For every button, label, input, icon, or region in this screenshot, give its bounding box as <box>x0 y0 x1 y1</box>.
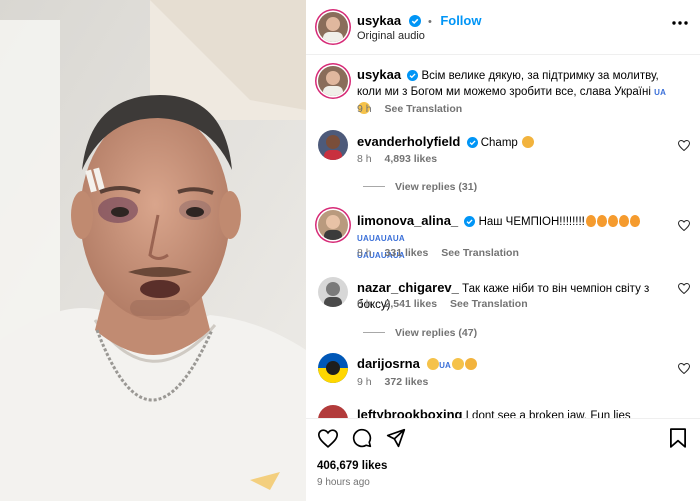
commenter-avatar[interactable] <box>318 353 348 383</box>
fire-emoji-icon <box>607 215 618 227</box>
heart-icon[interactable] <box>318 429 338 448</box>
post-caption: usykaa Всім велике дякую, за підтримку з… <box>306 66 700 116</box>
comment-username[interactable]: darijosrna <box>357 356 420 371</box>
ukraine-flag-text: UA <box>439 361 452 370</box>
comment-see-translation[interactable]: See Translation <box>450 298 528 310</box>
post-likes-count[interactable]: 406,679 likes <box>317 460 387 472</box>
heart-icon[interactable] <box>678 363 690 374</box>
commenter-avatar[interactable] <box>318 277 348 307</box>
flexed-biceps-emoji-icon <box>522 136 534 148</box>
caption-username[interactable]: usykaa <box>357 67 401 82</box>
comment-item: leftybrookboxing I dont see a broken jaw… <box>306 405 700 418</box>
share-icon[interactable] <box>386 428 406 448</box>
comment-item: limonova_alina_ Наш ЧЕМПІОН!!!!!!!! UAUAU… <box>306 210 700 262</box>
hugging-face-emoji-icon <box>427 358 440 370</box>
comment-time: 8 h <box>357 298 372 310</box>
fire-emoji-icon <box>618 215 629 227</box>
verified-badge-icon <box>464 216 476 227</box>
heart-icon[interactable] <box>678 140 690 151</box>
comment-text: Champ <box>480 137 518 149</box>
caption-author-avatar[interactable] <box>318 66 348 96</box>
commenter-avatar[interactable] <box>318 210 348 240</box>
heart-icon[interactable] <box>678 220 690 231</box>
comment-username[interactable]: evanderholyfield <box>357 134 460 149</box>
comment-likes[interactable]: 331 likes <box>385 247 429 259</box>
original-audio-link[interactable]: Original audio <box>357 30 425 42</box>
author-username[interactable]: usykaa <box>357 13 401 28</box>
comment-item: nazar_chigarev_ Так каже ніби то він чем… <box>306 277 700 317</box>
post-timestamp: 9 hours ago <box>317 477 370 488</box>
comment-likes[interactable]: 2,541 likes <box>385 298 438 310</box>
caption-text: Всім велике дякую, за підтримку за молит… <box>357 70 659 98</box>
verified-badge-icon <box>466 137 478 148</box>
comment-item: darijosrna UA 9 h 372 likes <box>306 353 700 393</box>
comment-time: 8 h <box>357 247 372 259</box>
video-frame-image <box>0 0 306 501</box>
commenter-avatar[interactable] <box>318 405 348 418</box>
comment-icon[interactable] <box>352 428 372 448</box>
caption-time: 9 h <box>357 103 372 115</box>
video-player[interactable] <box>0 0 306 501</box>
fire-emoji-icon <box>585 215 596 227</box>
comment-time: 9 h <box>357 376 372 388</box>
comment-likes[interactable]: 372 likes <box>385 376 429 388</box>
commenter-avatar[interactable] <box>318 130 348 160</box>
verified-badge-icon <box>407 70 419 81</box>
header-separator: • <box>428 16 432 28</box>
ukraine-flag-text: UA <box>654 88 667 97</box>
author-avatar[interactable] <box>318 12 348 42</box>
ukraine-flag-text: UAUAUAUA <box>357 234 405 243</box>
comment-see-translation[interactable]: See Translation <box>441 247 519 259</box>
comment-text: Наш ЧЕМПІОН!!!!!!!! <box>478 216 585 228</box>
follow-button[interactable]: Follow <box>440 13 481 28</box>
post-panel: usykaa • Follow Original audio usykaa Вс… <box>306 0 700 502</box>
comment-text: I dont see a broken jaw. Fun lies <box>465 410 631 418</box>
more-options-icon[interactable] <box>672 21 688 25</box>
caption-see-translation[interactable]: See Translation <box>385 103 463 115</box>
post-header: usykaa • Follow Original audio <box>306 0 700 55</box>
comment-time: 8 h <box>357 153 372 165</box>
comment-username[interactable]: limonova_alina_ <box>357 213 458 228</box>
folded-hands-emoji-icon <box>452 358 465 370</box>
verified-badge-icon <box>408 15 421 27</box>
heart-icon[interactable] <box>678 283 690 294</box>
bookmark-icon[interactable] <box>670 428 686 448</box>
view-replies-button[interactable]: View replies (31) <box>363 181 477 193</box>
fire-emoji-icon <box>629 215 640 227</box>
comment-likes[interactable]: 4,893 likes <box>385 153 438 165</box>
comment-username[interactable]: leftybrookboxing <box>357 407 462 418</box>
fire-emoji-icon <box>596 215 607 227</box>
comment-username[interactable]: nazar_chigarev_ <box>357 280 459 295</box>
flexed-biceps-emoji-icon <box>465 358 478 370</box>
view-replies-button[interactable]: View replies (47) <box>363 327 477 339</box>
